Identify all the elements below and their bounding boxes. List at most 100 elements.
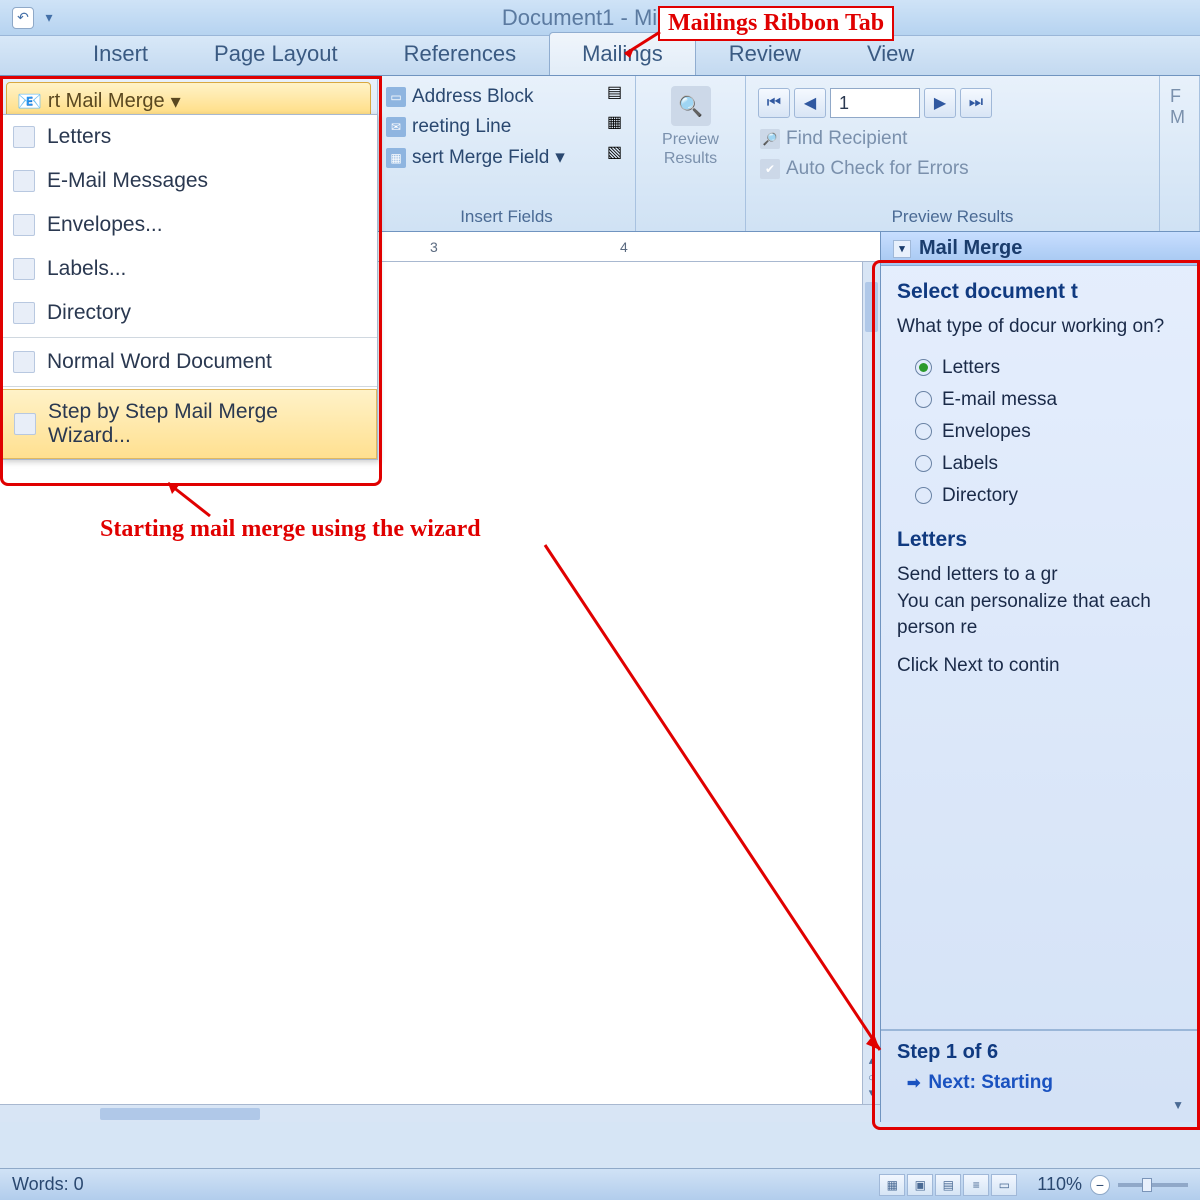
menu-item-wizard[interactable]: Step by Step Mail Merge Wizard... [1,389,377,459]
tab-references[interactable]: References [371,32,550,75]
envelope-icon: 📧 [17,89,42,114]
rules-icon[interactable]: ▤ [607,82,631,106]
window-title: Document1 - Microsoft W [64,5,1188,31]
menu-separator [1,386,377,387]
menu-item-email[interactable]: E-Mail Messages [1,159,377,203]
record-number-input[interactable] [830,88,920,118]
view-print-layout[interactable]: ▦ [879,1174,905,1196]
view-full-screen[interactable]: ▣ [907,1174,933,1196]
view-draft[interactable]: ▭ [991,1174,1017,1196]
find-recipient-button[interactable]: 🔎Find Recipient [752,124,1153,154]
tab-page-layout[interactable]: Page Layout [181,32,371,75]
letters-icon [13,126,35,148]
check-icon: ✔ [760,159,780,179]
status-bar: Words: 0 ▦ ▣ ▤ ≡ ▭ 110% − [0,1168,1200,1200]
ribbon-group-write-insert: ▭Address Block ✉reeting Line ▦sert Merge… [378,76,636,231]
menu-item-normal-doc[interactable]: Normal Word Document [1,340,377,384]
record-navigation: ⏮ ◀ ▶ ⏭ [752,82,1153,124]
address-block-icon: ▭ [386,87,406,107]
zoom-control: 110% − [1037,1174,1188,1195]
tab-view[interactable]: View [834,32,947,75]
preview-results-button[interactable]: 🔍 Preview Results [642,82,739,172]
zoom-slider[interactable] [1118,1183,1188,1187]
chevron-down-icon: ▾ [555,146,565,169]
auto-check-errors-button[interactable]: ✔Auto Check for Errors [752,154,1153,184]
next-record-button[interactable]: ▶ [924,88,956,118]
ribbon-group-finish: FM [1160,76,1200,231]
start-mail-merge-menu: Letters E-Mail Messages Envelopes... Lab… [0,114,378,460]
insert-merge-field-button[interactable]: ▦sert Merge Field ▾ [378,142,629,173]
tab-review[interactable]: Review [696,32,834,75]
menu-item-labels[interactable]: Labels... [1,247,377,291]
taskpane-footer: Step 1 of 6 ➡ Next: Starting ▼ [881,1029,1200,1122]
radio-labels[interactable]: Labels [897,448,1184,480]
qat-dropdown[interactable]: ▾ [42,7,56,29]
taskpane-desc: Send letters to a gr [897,562,1184,588]
ribbon-group-preview-results: ⏮ ◀ ▶ ⏭ 🔎Find Recipient ✔Auto Check for … [746,76,1160,231]
scrollbar-thumb[interactable] [100,1108,260,1120]
scrollbar-thumb[interactable] [865,282,878,332]
last-record-button[interactable]: ⏭ [960,88,992,118]
menu-separator [1,337,377,338]
greeting-line-button[interactable]: ✉reeting Line [378,112,629,142]
greeting-icon: ✉ [386,117,406,137]
ribbon-group-preview-btn: 🔍 Preview Results [636,76,746,231]
taskpane-desc: Click Next to contin [897,653,1184,679]
view-mode-buttons: ▦ ▣ ▤ ≡ ▭ [879,1174,1017,1196]
taskpane-options-icon[interactable]: ▾ [893,240,911,258]
horizontal-scrollbar[interactable] [0,1104,880,1122]
taskpane-heading: Select document t [897,280,1184,304]
email-icon [13,170,35,192]
finish-merge-label: FM [1166,82,1193,132]
word-count[interactable]: Words: 0 [12,1174,84,1195]
taskpane-header: ▾ Mail Merge [881,232,1200,266]
radio-icon [915,359,932,376]
directory-icon [13,302,35,324]
ribbon-tabs: Insert Page Layout References Mailings R… [0,36,1200,76]
update-labels-icon[interactable]: ▧ [607,142,631,166]
radio-icon [915,423,932,440]
zoom-level[interactable]: 110% [1037,1174,1082,1195]
menu-item-envelopes[interactable]: Envelopes... [1,203,377,247]
taskpane-subheading: Letters [897,528,1184,552]
zoom-slider-thumb[interactable] [1142,1178,1152,1192]
match-fields-icon[interactable]: ▦ [607,112,631,136]
vertical-scrollbar[interactable]: ▴ ○ ▾ [862,262,880,1104]
taskpane-title: Mail Merge [919,237,1022,260]
menu-item-letters[interactable]: Letters [1,115,377,159]
labels-icon [13,258,35,280]
taskpane-desc: You can personalize that each person re [897,589,1184,640]
next-step-link[interactable]: ➡ Next: Starting [897,1072,1184,1094]
tab-insert[interactable]: Insert [60,32,181,75]
find-icon: 🔎 [760,129,780,149]
radio-email[interactable]: E-mail messa [897,384,1184,416]
radio-icon [915,455,932,472]
radio-directory[interactable]: Directory [897,480,1184,512]
radio-envelopes[interactable]: Envelopes [897,416,1184,448]
ribbon-group-start-mail-merge: 📧 rt Mail Merge ▾ Letters E-Mail Message… [0,76,378,231]
first-record-button[interactable]: ⏮ [758,88,790,118]
browse-object[interactable]: ○ [863,1072,880,1086]
taskpane-question: What type of docur working on? [897,314,1184,340]
step-indicator: Step 1 of 6 [897,1041,1184,1064]
view-web-layout[interactable]: ▤ [935,1174,961,1196]
tab-mailings[interactable]: Mailings [549,32,696,75]
arrow-right-icon: ➡ [907,1073,920,1093]
radio-letters[interactable]: Letters [897,352,1184,384]
ribbon: 📧 rt Mail Merge ▾ Letters E-Mail Message… [0,76,1200,232]
ribbon-group-label: Insert Fields [378,207,635,227]
prev-record-button[interactable]: ◀ [794,88,826,118]
address-block-button[interactable]: ▭Address Block [378,82,629,112]
view-outline[interactable]: ≡ [963,1174,989,1196]
scroll-up-double[interactable]: ▴ [863,1054,880,1072]
radio-icon [915,487,932,504]
merge-field-icon: ▦ [386,148,406,168]
zoom-out-button[interactable]: − [1090,1175,1110,1195]
chevron-down-icon: ▾ [171,89,181,114]
undo-button[interactable]: ↶ [12,7,34,29]
wizard-icon [14,413,36,435]
radio-icon [915,391,932,408]
taskpane-dropdown-icon[interactable]: ▼ [897,1098,1184,1112]
scroll-down-double[interactable]: ▾ [863,1086,880,1104]
menu-item-directory[interactable]: Directory [1,291,377,335]
